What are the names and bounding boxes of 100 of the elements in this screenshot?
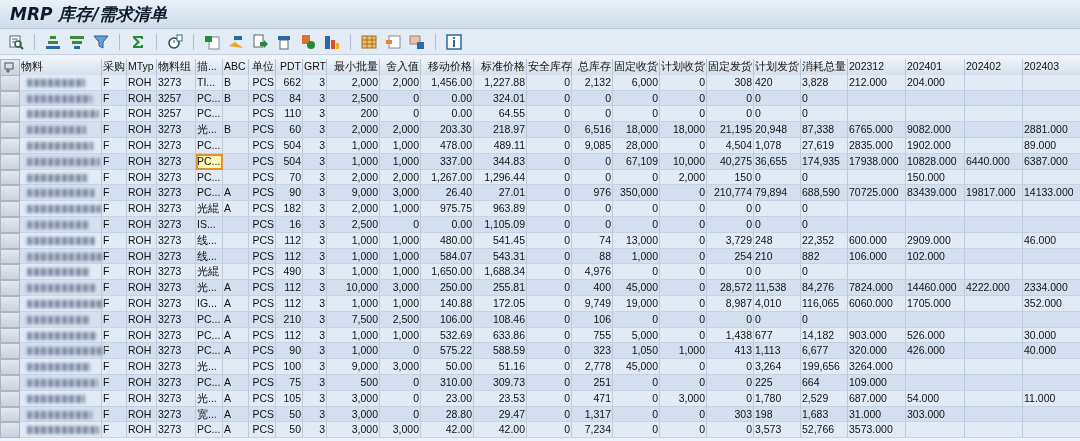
table-cell: 3 [303,201,327,217]
table-cell: 0 [660,106,707,123]
table-cell: PC... [196,106,223,123]
row-selector[interactable] [0,280,20,296]
blurred-text [27,189,94,198]
table-cell: 40.000 [1023,343,1080,360]
column-insert-icon[interactable] [383,32,403,51]
table-cell [965,201,1023,217]
table-cell [848,201,906,217]
row-selector[interactable] [0,122,20,138]
table-cell: 0 [660,185,707,202]
blurred-text [27,220,88,229]
table-cell: ROH [127,280,157,296]
table-cell: 0 [660,264,707,281]
table-cell: 90 [276,343,303,360]
table-cell: 0 [527,106,572,123]
table-cell: 3,264 [754,359,801,375]
table-cell: 28,572 [707,280,754,296]
table-cell [1023,201,1080,217]
row-selector[interactable] [0,185,20,202]
table-cell [906,359,965,375]
clock-icon[interactable] [165,32,185,51]
table-cell: 3 [303,280,327,296]
table-cell: 1,000 [327,343,380,360]
table-cell [848,106,906,123]
table-cell: 0 [527,264,572,281]
row-selector[interactable] [0,264,20,281]
table-cell [965,422,1023,439]
table-cell [906,422,965,439]
table-cell: A [223,201,249,217]
table-cell: 50 [276,422,303,439]
table-cell: 0 [707,201,754,217]
table-cell: 0 [801,106,848,123]
table-cell: PC... [196,185,223,202]
table-cell: 575.22 [421,343,474,360]
table-cell [965,106,1023,123]
table-cell: 3,000 [380,185,421,202]
table-cell: 3573.000 [848,422,906,439]
table-cell: 0 [754,264,801,281]
table-cell: 1,650.00 [421,264,474,281]
table-cell: 0 [380,343,421,360]
table-cell: PCS [249,422,276,439]
table-cell: 7824.000 [848,280,906,296]
table-save-icon[interactable] [407,32,427,51]
table-cell [965,343,1023,360]
table-cell: 0 [613,106,660,123]
table-cell: 14460.000 [906,280,965,296]
row-selector[interactable] [0,343,20,360]
row-selector[interactable] [0,106,20,123]
table-cell: 0 [527,359,572,375]
table-cell: F [102,122,127,138]
table-cell: 0 [707,106,754,123]
table-cell: ROH [127,122,157,138]
table-cell: 3 [303,422,327,439]
table-cell: F [102,264,127,281]
blurred-text [27,268,89,277]
table-cell: 0 [660,201,707,217]
blurred-text [27,426,99,435]
row-selector[interactable] [0,359,20,375]
table-cell: F [102,343,127,360]
table-cell: 50.00 [421,359,474,375]
table-cell: PCS [249,280,276,296]
blurred-text [27,394,85,403]
table-cell: 79,894 [754,185,801,202]
details-icon[interactable] [6,32,26,51]
table-cell: 976 [572,185,613,202]
table-cell: PCS [249,185,276,202]
table-cell: F [102,359,127,375]
row-selector[interactable] [0,422,20,439]
table-cell: 1,000 [380,264,421,281]
table-cell: 20,948 [754,122,801,138]
blurred-text [27,110,99,119]
table-cell: 426.000 [906,343,965,360]
table-cell: PC... [196,343,223,360]
table-cell: PCS [249,106,276,123]
table-cell: 0 [527,185,572,202]
blurred-text [27,284,96,293]
table-cell: PCS [249,122,276,138]
table-cell: 3273 [157,185,196,202]
table-cell: 0 [572,201,613,217]
table-cell: 1,000 [660,343,707,360]
info-icon[interactable] [444,32,464,51]
table-cell: 9082.000 [906,122,965,138]
table-cell: PC... [196,422,223,439]
table-cell: 0 [707,359,754,375]
grid-icon[interactable] [359,32,379,51]
table-cell: 42.00 [474,422,527,439]
blurred-text [27,315,90,324]
table-cell [965,264,1023,281]
blurred-text [27,236,95,245]
table-cell: 光... [196,280,223,296]
row-selector[interactable] [0,201,20,217]
filter-icon[interactable] [91,32,111,51]
document-export-icon[interactable] [250,32,270,51]
blurred-text [27,94,92,103]
table-cell: 9,000 [327,185,380,202]
table-cell: 0 [801,264,848,281]
table-cell: 6,516 [572,122,613,138]
table-cell: 100 [276,359,303,375]
table-cell: 光緄 [196,264,223,281]
